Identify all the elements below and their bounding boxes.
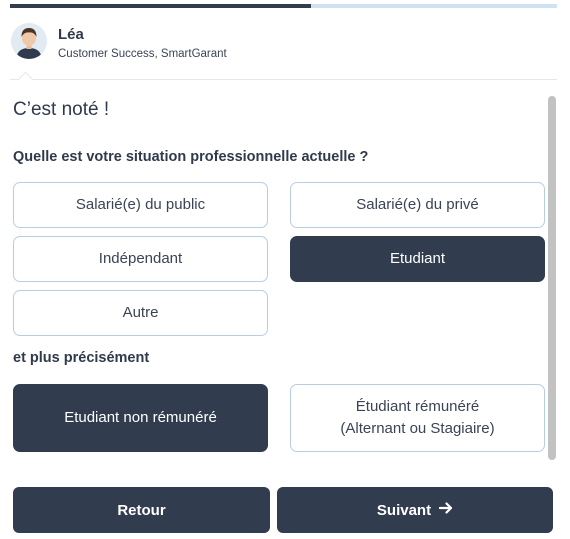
progress-bar-fill — [10, 4, 311, 8]
scrollbar-thumb[interactable] — [548, 96, 556, 460]
agent-name: Léa — [58, 26, 84, 43]
option-salarie-prive[interactable]: Salarié(e) du privé — [290, 182, 545, 228]
sub-question-text: et plus précisément — [13, 350, 150, 366]
back-button[interactable]: Retour — [13, 487, 270, 533]
option-etudiant[interactable]: Etudiant — [290, 236, 545, 282]
next-button-label: Suivant — [376, 501, 432, 519]
option-etudiant-remunere-line2: (Alternant ou Stagiaire) — [340, 420, 495, 437]
back-button-label: Retour — [117, 501, 166, 519]
option-independant[interactable]: Indépendant — [13, 236, 268, 282]
agent-header: Léa Customer Success, SmartGarant — [0, 10, 570, 88]
option-etudiant-non-remunere[interactable]: Etudiant non rémunéré — [13, 384, 268, 452]
option-etudiant-remunere[interactable]: Étudiant rémunéré (Alternant ou Stagiair… — [290, 384, 545, 452]
agent-role: Customer Success, SmartGarant — [58, 48, 227, 60]
arrow-right-icon — [438, 501, 453, 519]
option-etudiant-remunere-line1: Étudiant rémunéré — [355, 398, 480, 415]
option-salarie-public[interactable]: Salarié(e) du public — [13, 182, 268, 228]
acknowledgement-text: C’est noté ! — [13, 99, 110, 120]
chat-content: C’est noté ! Quelle est votre situation … — [0, 80, 545, 465]
option-autre[interactable]: Autre — [13, 290, 268, 336]
next-button[interactable]: Suivant — [277, 487, 553, 533]
progress-bar — [10, 4, 557, 8]
avatar — [11, 23, 47, 59]
scrollbar[interactable] — [548, 96, 556, 460]
agent-portrait-icon — [11, 23, 47, 59]
question-text: Quelle est votre situation professionnel… — [13, 149, 369, 165]
